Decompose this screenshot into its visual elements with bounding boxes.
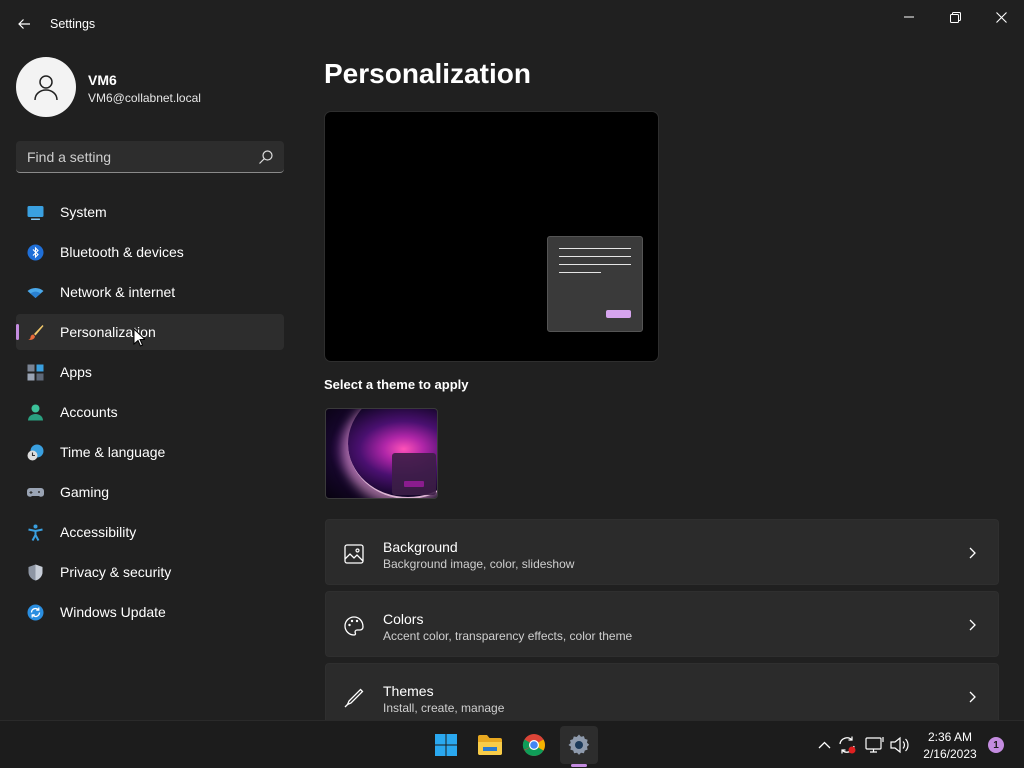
image-icon [344,544,364,564]
start-button[interactable] [427,726,465,764]
sidebar-item-apps[interactable]: Apps [16,354,284,390]
card-title: Themes [383,683,434,699]
search-placeholder: Find a setting [27,149,112,165]
sidebar-item-label: Network & internet [60,284,176,300]
folder-icon [478,735,502,755]
card-title: Colors [383,611,424,627]
sidebar-item-label: Bluetooth & devices [60,244,184,260]
sidebar-item-accessibility[interactable]: Accessibility [16,514,284,550]
theme-preview-window [392,453,436,495]
sync-alert-icon [839,736,856,754]
apps-icon [27,364,44,381]
preview-accent-button [606,310,631,318]
notification-badge[interactable]: 1 [988,737,1004,753]
sidebar-item-bluetooth[interactable]: Bluetooth & devices [16,234,284,270]
user-email: VM6@collabnet.local [88,91,201,105]
sidebar-item-time-language[interactable]: Time & language [16,434,284,470]
search-input[interactable]: Find a setting [16,141,284,173]
windows-logo-icon [435,734,457,756]
themes-card[interactable]: Themes Install, create, manage [325,663,999,720]
sidebar-item-windows-update[interactable]: Windows Update [16,594,284,630]
sidebar-item-label: Accounts [60,404,118,420]
minimize-button[interactable] [887,4,931,30]
sidebar-nav: System Bluetooth & devices Network & int… [16,194,284,634]
theme-caption: Select a theme to apply [324,377,469,392]
palette-icon [344,616,364,636]
app-title: Settings [50,17,96,31]
background-card[interactable]: Background Background image, color, slid… [325,519,999,585]
chevron-up-icon [818,741,830,749]
page-title: Personalization [324,58,531,89]
pen-icon [344,688,364,708]
theme-preview [324,111,659,362]
restore-button[interactable] [933,4,977,30]
clock-date[interactable]: 2/16/2023 [918,747,982,761]
accessibility-icon [28,524,43,541]
restore-icon [949,11,961,23]
preview-line [559,248,631,249]
theme-preview-button [404,481,424,487]
user-name: VM6 [88,72,117,88]
chevron-right-icon [969,691,976,703]
chrome-icon [522,734,545,756]
monitor-icon [27,206,44,220]
sidebar-item-privacy-security[interactable]: Privacy & security [16,554,284,590]
sidebar-item-personalization[interactable]: Personalization [16,314,284,350]
wifi-icon [27,287,44,298]
preview-line [559,264,631,265]
speaker-icon [890,736,909,754]
card-subtitle: Install, create, manage [383,701,505,715]
sidebar-item-gaming[interactable]: Gaming [16,474,284,510]
person-icon [28,404,43,421]
show-hidden-icons-button[interactable] [814,735,834,755]
sync-tray-button[interactable] [837,735,857,755]
volume-tray-button[interactable] [890,735,910,755]
sidebar-item-system[interactable]: System [16,194,284,230]
back-arrow-icon [18,19,30,29]
person-icon [34,75,58,101]
minimize-icon [904,16,914,18]
card-subtitle: Accent color, transparency effects, colo… [383,629,633,643]
search-icon [259,150,273,164]
sidebar-item-label: Windows Update [60,604,166,620]
close-icon [995,11,1007,23]
shield-icon [28,564,43,581]
sidebar-item-label: Time & language [60,444,166,460]
title-bar: Settings [0,0,1024,40]
taskbar: 2:36 AM 2/16/2023 1 [0,720,1024,768]
gear-icon [568,734,590,755]
settings-taskbar-button[interactable] [560,726,598,764]
sidebar-item-label: Accessibility [60,524,137,540]
sidebar-item-label: System [60,204,107,220]
gamepad-icon [27,488,44,497]
chrome-button[interactable] [515,726,553,764]
sidebar-item-label: Privacy & security [60,564,172,580]
mouse-cursor-icon [133,328,145,347]
sidebar-item-network[interactable]: Network & internet [16,274,284,310]
back-button[interactable] [10,10,38,38]
update-icon [27,604,44,621]
chevron-right-icon [969,547,976,559]
preview-window [547,236,643,332]
network-monitor-icon [865,737,884,753]
bluetooth-icon [27,244,44,261]
colors-card[interactable]: Colors Accent color, transparency effect… [325,591,999,657]
sidebar-item-label: Apps [60,364,92,380]
chevron-right-icon [969,619,976,631]
close-button[interactable] [979,4,1023,30]
card-title: Background [383,539,458,555]
theme-thumbnail[interactable] [325,408,438,499]
sidebar-item-accounts[interactable]: Accounts [16,394,284,430]
preview-line [559,256,631,257]
clock-time[interactable]: 2:36 AM [924,730,976,744]
network-tray-button[interactable] [865,735,885,755]
preview-line [559,272,601,273]
clock-globe-icon [27,444,44,461]
card-subtitle: Background image, color, slideshow [383,557,575,571]
file-explorer-button[interactable] [471,726,509,764]
avatar[interactable] [16,57,76,117]
brush-icon [28,325,44,340]
active-app-indicator [571,764,587,767]
sidebar-item-label: Gaming [60,484,110,500]
